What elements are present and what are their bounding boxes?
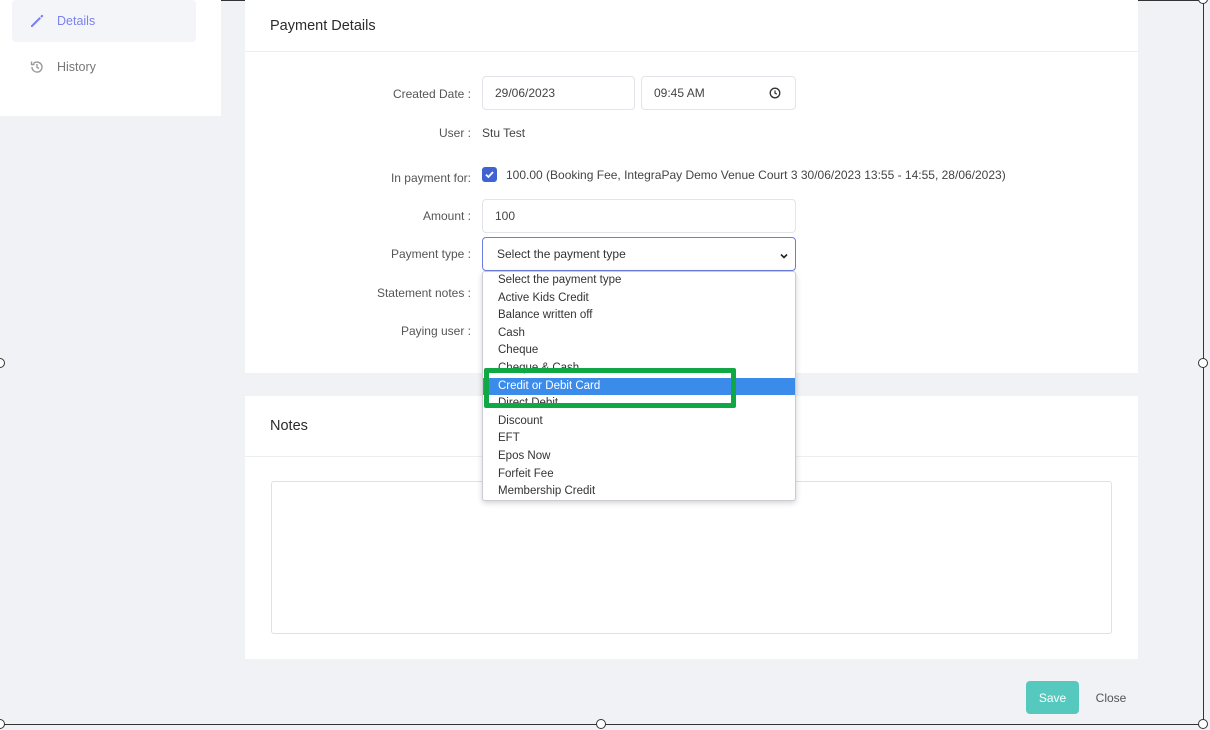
dropdown-option[interactable]: Epos Now (483, 448, 795, 465)
payment-details-title: Payment Details (245, 0, 1138, 52)
dropdown-option[interactable]: Direct Debit (483, 395, 795, 412)
dropdown-option[interactable]: Cheque & Cash (483, 360, 795, 377)
resize-handle-bottom-right[interactable] (1198, 719, 1208, 729)
chevron-down-icon (779, 250, 789, 264)
pencil-icon (29, 13, 45, 29)
dropdown-option[interactable]: Forfeit Fee (483, 466, 795, 483)
in-payment-for-label: In payment for: (390, 171, 471, 185)
dropdown-option[interactable]: Cheque (483, 342, 795, 359)
dropdown-option[interactable]: Discount (483, 413, 795, 430)
created-time-value: 09:45 AM (654, 86, 705, 100)
dropdown-option-highlighted[interactable]: Credit or Debit Card (483, 377, 795, 395)
close-button[interactable]: Close (1086, 681, 1136, 714)
dropdown-option[interactable]: Select the payment type (483, 272, 795, 289)
dropdown-option[interactable]: Active Kids Credit (483, 290, 795, 307)
sidebar: Details History (0, 0, 221, 116)
amount-label: Amount : (422, 209, 471, 223)
dropdown-option[interactable]: Cash (483, 325, 795, 342)
created-time-input[interactable]: 09:45 AM (641, 76, 796, 110)
resize-handle-middle-left[interactable] (0, 358, 5, 368)
check-icon (485, 171, 494, 179)
amount-input[interactable]: 100 (482, 199, 796, 233)
payment-type-dropdown: Select the payment type Active Kids Cred… (482, 271, 796, 501)
user-label: User : (438, 126, 471, 140)
history-icon (29, 59, 45, 75)
dropdown-option[interactable]: EFT (483, 430, 795, 447)
sidebar-item-history[interactable]: History (12, 46, 196, 88)
paying-user-label: Paying user : (400, 324, 471, 338)
sidebar-item-label: Details (57, 14, 96, 28)
sidebar-item-label: History (57, 60, 96, 74)
created-date-label: Created Date : (392, 87, 471, 101)
user-value: Stu Test (482, 126, 526, 140)
payment-type-selected: Select the payment type (497, 247, 626, 261)
in-payment-for-value: 100.00 (Booking Fee, IntegraPay Demo Ven… (506, 168, 1006, 182)
resize-handle-bottom-center[interactable] (596, 719, 606, 729)
resize-handle-bottom-left[interactable] (0, 719, 5, 729)
resize-handle-top-right[interactable] (1198, 0, 1208, 4)
payment-type-label: Payment type : (390, 247, 471, 261)
dropdown-option[interactable]: Balance written off (483, 307, 795, 324)
sidebar-item-details[interactable]: Details (12, 0, 196, 42)
clock-icon[interactable] (769, 87, 781, 102)
statement-notes-label: Statement notes : (376, 286, 471, 300)
notes-textarea[interactable] (271, 481, 1112, 634)
created-date-input[interactable]: 29/06/2023 (482, 76, 635, 110)
save-button[interactable]: Save (1026, 681, 1079, 714)
dropdown-option[interactable]: Membership Credit (483, 483, 795, 500)
in-payment-for-checkbox[interactable] (482, 167, 497, 182)
payment-type-select[interactable]: Select the payment type (482, 237, 796, 271)
resize-handle-middle-right[interactable] (1198, 358, 1208, 368)
